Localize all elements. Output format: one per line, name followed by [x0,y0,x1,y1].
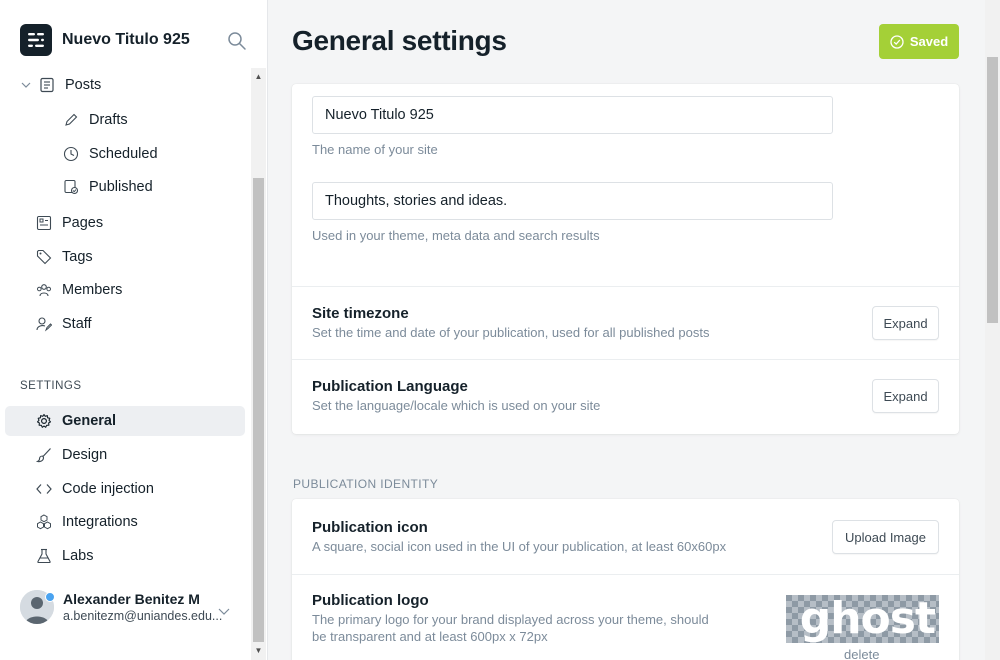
sidebar-scrollbar-thumb[interactable] [253,178,264,642]
sidebar-item-label: Posts [65,77,102,93]
sidebar-item-integrations[interactable]: Integrations [35,507,279,537]
saved-label: Saved [909,34,949,49]
scroll-up-arrow-icon[interactable]: ▲ [254,72,263,81]
sidebar-item-label: Labs [62,548,94,564]
sidebar-item-design[interactable]: Design [35,440,279,470]
upload-icon-button[interactable]: Upload Image [832,520,939,554]
sidebar-item-members[interactable]: Members [35,275,279,305]
brush-icon [35,446,53,464]
divider [292,359,959,360]
publication-identity-label: PUBLICATION IDENTITY [293,477,439,491]
gear-icon [35,412,53,430]
site-description-input[interactable]: Thoughts, stories and ideas. [312,182,833,220]
chevron-down-icon[interactable] [20,76,32,94]
sidebar-item-label: Pages [62,215,104,231]
divider [292,286,959,287]
sidebar-item-tags[interactable]: Tags [35,242,279,272]
sidebar-item-general[interactable]: General [5,406,245,436]
status-dot [45,592,55,602]
language-title: Publication Language [312,378,468,395]
publication-icon-title: Publication icon [312,519,428,536]
sidebar-item-labs[interactable]: Labs [35,541,279,571]
main-content: General settings Saved Nuevo Titulo 925 … [268,0,985,660]
page-scrollbar-thumb[interactable] [987,57,998,323]
check-circle-icon [890,34,904,49]
publication-logo-description-line-2: be transparent and at least 600px x 72px [312,629,548,644]
user-name: Alexander Benitez M [63,591,200,607]
language-expand-button[interactable]: Expand [872,379,939,413]
scroll-down-arrow-icon[interactable]: ▼ [254,646,263,655]
sidebar-item-label: Tags [62,249,93,265]
language-description: Set the language/locale which is used on… [312,398,601,413]
published-icon [62,178,80,196]
site-title-input[interactable]: Nuevo Titulo 925 [312,96,833,134]
sidebar-item-label: Published [89,179,153,195]
sidebar-item-label: Members [62,282,123,298]
publication-logo-description-line-1: The primary logo for your brand displaye… [312,612,709,627]
sidebar-item-label: Integrations [62,514,138,530]
logo-image-text: ghost [799,593,936,644]
timezone-description: Set the time and date of your publicatio… [312,325,710,340]
publication-identity-card: Publication icon A square, social icon u… [292,499,959,660]
sidebar-item-label: General [62,413,116,429]
sidebar-item-label: Drafts [89,112,128,128]
timezone-title: Site timezone [312,305,409,322]
sidebar-item-label: Code injection [62,481,154,497]
publication-logo-image[interactable]: ghost [786,595,939,643]
pencil-icon [62,111,80,129]
site-name: Nuevo Titulo 925 [62,31,190,48]
members-icon [35,281,53,299]
sidebar-item-posts[interactable]: Posts [20,70,264,100]
sidebar-item-label: Design [62,447,108,463]
flask-icon [35,547,53,565]
staff-icon [35,315,53,333]
site-description-hint: Used in your theme, meta data and search… [312,228,600,243]
sidebar-item-pages[interactable]: Pages [35,208,279,238]
sidebar: Nuevo Titulo 925 Posts Drafts Scheduled … [0,0,268,660]
integrations-icon [35,513,53,531]
clock-icon [62,145,80,163]
brand[interactable]: Nuevo Titulo 925 [20,24,190,56]
publication-logo-title: Publication logo [312,592,429,609]
user-email: a.benitezm@uniandes.edu... [63,609,223,623]
sidebar-item-code-injection[interactable]: Code injection [35,474,279,504]
logo-delete-link[interactable]: delete [844,647,879,660]
sidebar-item-label: Scheduled [89,146,158,162]
site-title-hint: The name of your site [312,142,438,157]
site-settings-card: Nuevo Titulo 925 The name of your site T… [292,84,959,434]
publication-icon-description: A square, social icon used in the UI of … [312,539,727,554]
tag-icon [35,248,53,266]
saved-button[interactable]: Saved [879,24,959,59]
page-title: General settings [292,25,507,56]
sidebar-item-label: Staff [62,316,92,332]
pages-icon [35,214,53,232]
chevron-down-icon[interactable] [218,603,230,621]
timezone-expand-button[interactable]: Expand [872,306,939,340]
code-icon [35,480,53,498]
search-icon[interactable] [226,30,248,52]
sidebar-item-staff[interactable]: Staff [35,309,279,339]
settings-section-label: SETTINGS [20,380,82,392]
ghost-logo-icon [20,24,52,56]
publication-logo-row: Publication logo The primary logo for yo… [292,574,959,660]
posts-icon [38,76,56,94]
